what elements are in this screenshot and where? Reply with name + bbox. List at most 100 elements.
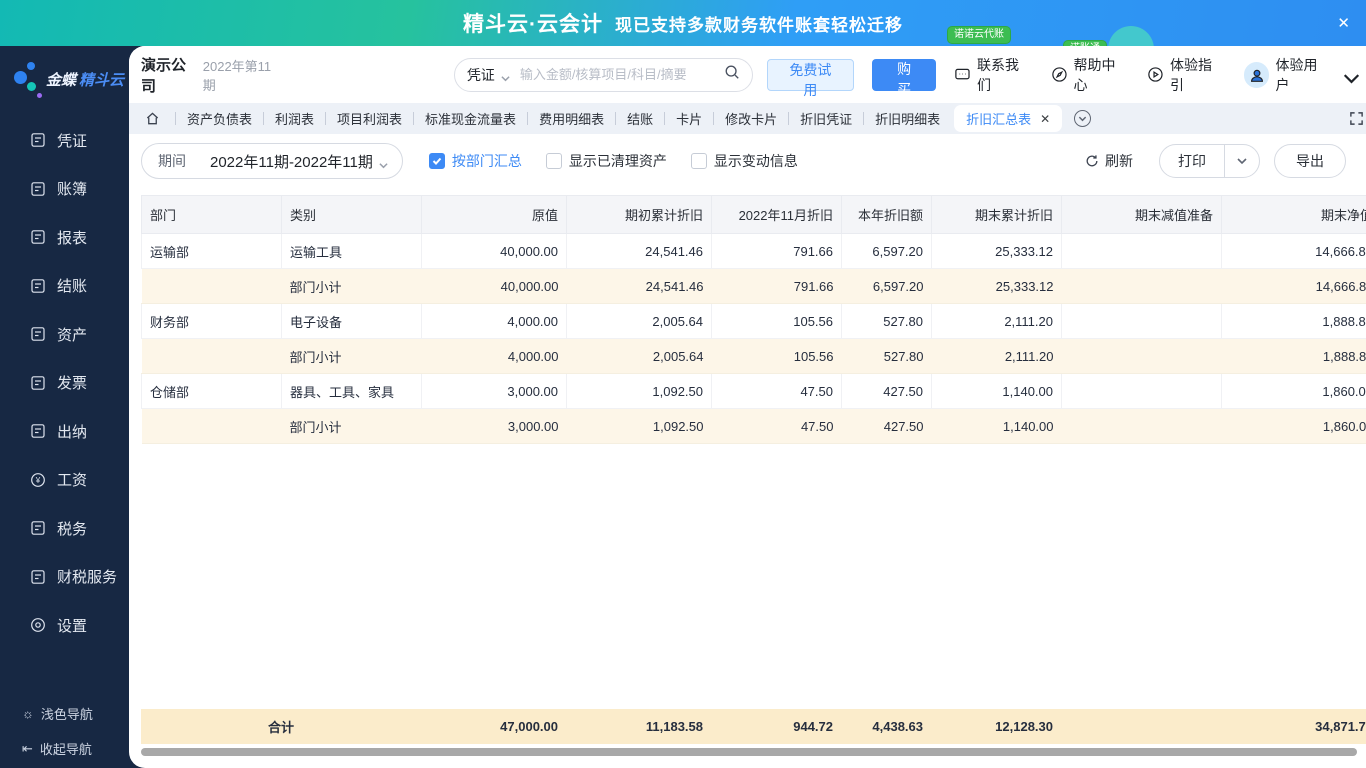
total-cell: 4,438.63 bbox=[872, 719, 923, 734]
tab-7[interactable]: 卡片 bbox=[676, 109, 702, 128]
sidebar-item-payroll[interactable]: ¥ 工资 bbox=[0, 456, 129, 505]
total-label: 合计 bbox=[267, 720, 294, 735]
cell bbox=[1061, 338, 1222, 374]
user-menu[interactable]: 体验用户 bbox=[1243, 55, 1360, 95]
search-icon[interactable] bbox=[724, 64, 740, 85]
print-options-icon[interactable] bbox=[1225, 145, 1259, 177]
collapse-nav-button[interactable]: ⇤ 收起导航 bbox=[22, 739, 93, 758]
column-header-8: 期末减值准备 bbox=[1061, 195, 1222, 234]
close-tab-icon[interactable]: ✕ bbox=[1040, 112, 1050, 126]
cell: 2,005.64 bbox=[566, 303, 712, 339]
tab-divider bbox=[413, 112, 415, 125]
table-row: 运输部 运输工具 40,000.00 24,541.46 791.66 6,597.20 2… bbox=[141, 233, 1366, 269]
cell: 25,333.12 bbox=[931, 268, 1062, 304]
period-range-select[interactable]: 期间 2022年11期-2022年11期 bbox=[141, 143, 403, 179]
tab-divider bbox=[175, 112, 176, 125]
cell: 24,541.46 bbox=[566, 233, 712, 269]
cell: 电子设备 bbox=[281, 303, 422, 339]
cell: 1,140.00 bbox=[931, 373, 1062, 409]
sidebar-item-settings[interactable]: 设置 bbox=[0, 601, 129, 650]
cell bbox=[1061, 408, 1222, 444]
tab-3[interactable]: 项目利润表 bbox=[337, 109, 402, 128]
export-button[interactable]: 导出 bbox=[1274, 144, 1346, 178]
tab-2[interactable]: 利润表 bbox=[275, 109, 314, 128]
guide-button[interactable]: 体验指引 bbox=[1147, 55, 1226, 95]
period-label: 期间 bbox=[158, 153, 186, 169]
search-input[interactable] bbox=[519, 67, 724, 82]
help-center-button[interactable]: 帮助中心 bbox=[1051, 55, 1130, 95]
app-logo[interactable]: 金蝶 精斗云 bbox=[0, 46, 129, 102]
search-category-select[interactable]: 凭证 bbox=[467, 65, 495, 85]
checkbox-checked-icon[interactable] bbox=[428, 153, 445, 169]
sidebar-item-asset[interactable]: 资产 bbox=[0, 310, 129, 359]
tab-divider bbox=[325, 112, 327, 125]
column-header-7: 期末累计折旧 bbox=[931, 195, 1062, 234]
tab-9[interactable]: 折旧凭证 bbox=[800, 109, 852, 128]
cell: 部门小计 bbox=[281, 408, 422, 444]
contact-us-button[interactable]: 联系我们 bbox=[954, 55, 1033, 95]
checkbox-1[interactable]: 按部门汇总 bbox=[428, 151, 522, 171]
cell bbox=[1061, 373, 1222, 409]
tab-6[interactable]: 结账 bbox=[627, 109, 653, 128]
checkbox-2[interactable]: 显示已清理资产 bbox=[545, 151, 667, 171]
tab-divider bbox=[263, 112, 265, 125]
cell: 部门小计 bbox=[281, 268, 422, 304]
sidebar-item-label: 工资 bbox=[57, 472, 88, 490]
checkbox-label: 显示已清理资产 bbox=[568, 153, 667, 169]
logo-dots-icon bbox=[14, 59, 42, 99]
horizontal-scrollbar[interactable] bbox=[141, 748, 1366, 756]
tab-1[interactable]: 资产负债表 bbox=[187, 109, 252, 128]
fullscreen-toggle-icon[interactable] bbox=[1349, 111, 1364, 126]
tab-5[interactable]: 费用明细表 bbox=[539, 109, 604, 128]
sidebar-item-tax[interactable]: 税务 bbox=[0, 504, 129, 553]
tab-list-dropdown-icon[interactable] bbox=[1074, 110, 1092, 127]
cell: 40,000.00 bbox=[421, 233, 567, 269]
tab-4[interactable]: 标准现金流量表 bbox=[425, 109, 516, 128]
tab-bar: 资产负债表 利润表 项目利润表 标准现金流量表 费用明细表 结账 卡片 修改卡片 折旧凭证 折旧明… bbox=[129, 103, 1366, 134]
banner-close-icon[interactable]: ✕ bbox=[1337, 14, 1350, 32]
voucher-icon bbox=[30, 132, 46, 148]
sidebar-item-finance-service[interactable]: 财税服务 bbox=[0, 553, 129, 602]
print-button[interactable]: 打印 bbox=[1160, 145, 1224, 177]
closing-icon bbox=[30, 278, 46, 294]
subtotal-row: 部门小计 40,000.00 24,541.46 791.66 6,597.20 25,3… bbox=[141, 268, 1366, 304]
tax-icon bbox=[30, 520, 46, 536]
sidebar-item-voucher[interactable]: 凭证 bbox=[0, 116, 129, 165]
cell: 1,888.80 bbox=[1221, 303, 1366, 339]
column-header-1: 部门 bbox=[141, 195, 282, 234]
light-nav-toggle[interactable]: ☼ 浅色导航 bbox=[22, 704, 93, 723]
scrollbar-thumb[interactable] bbox=[141, 748, 1357, 756]
sidebar-item-ledger[interactable]: 账簿 bbox=[0, 165, 129, 214]
light-nav-label: 浅色导航 bbox=[40, 707, 93, 722]
sidebar-item-invoice[interactable]: 发票 bbox=[0, 359, 129, 408]
checkbox-3[interactable]: 显示变动信息 bbox=[690, 151, 798, 171]
sidebar-item-report[interactable]: 报表 bbox=[0, 213, 129, 262]
sidebar-item-label: 账簿 bbox=[57, 181, 88, 199]
free-trial-button[interactable]: 免费试用 bbox=[766, 58, 855, 98]
cell: 部门小计 bbox=[281, 338, 422, 374]
cell: 105.56 bbox=[711, 303, 842, 339]
tab-divider bbox=[863, 112, 865, 125]
home-tab-icon[interactable] bbox=[145, 111, 160, 126]
sidebar: 金蝶 精斗云 凭证 账簿 报表 结账 资产 发票 出纳 ¥ 工资 税务 财税服务 设置 ☼ 浅色导航 … bbox=[0, 46, 129, 768]
tab-8[interactable]: 修改卡片 bbox=[725, 109, 777, 128]
global-search[interactable]: 凭证 bbox=[453, 57, 753, 92]
sidebar-item-closing[interactable]: 结账 bbox=[0, 262, 129, 311]
buy-button[interactable]: 购买 bbox=[872, 58, 937, 97]
company-name[interactable]: 演示公司 bbox=[141, 54, 201, 96]
tab-divider bbox=[664, 112, 666, 125]
refresh-button[interactable]: 刷新 bbox=[1085, 151, 1133, 171]
filter-toolbar: 期间 2022年11期-2022年11期 按部门汇总 显示已清理资产 显示变动信息 … bbox=[129, 134, 1366, 188]
tab-10[interactable]: 折旧明细表 bbox=[875, 109, 940, 128]
checkbox-unchecked-icon[interactable] bbox=[690, 153, 707, 169]
tab-divider bbox=[527, 112, 529, 125]
cell: 791.66 bbox=[711, 233, 842, 269]
sidebar-item-cashier[interactable]: 出纳 bbox=[0, 407, 129, 456]
column-header-3: 原值 bbox=[421, 195, 567, 234]
total-cell: 47,000.00 bbox=[500, 719, 558, 734]
tab-active-depreciation-summary[interactable]: 折旧汇总表 ✕ bbox=[954, 105, 1063, 132]
cell: 4,000.00 bbox=[421, 303, 567, 339]
checkbox-unchecked-icon[interactable] bbox=[545, 153, 562, 169]
report-icon bbox=[30, 229, 46, 245]
table-total-row: 合计 47,000.00 11,183.58 944.72 4,438.63 12,128… bbox=[141, 709, 1366, 744]
